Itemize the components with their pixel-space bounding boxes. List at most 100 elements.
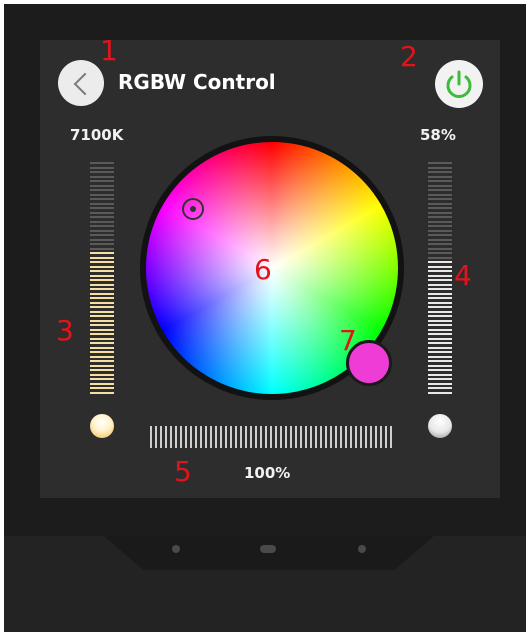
slider-tick [90,216,114,218]
slider-tick [428,391,452,394]
slider-tick [90,373,114,376]
slider-tick [195,426,197,448]
slider-tick [90,180,114,182]
slider-tick [230,426,232,448]
annotation-3: 3 [56,314,74,347]
slider-tick [265,426,267,448]
slider-tick [428,193,452,196]
slider-tick [428,364,452,367]
slider-tick [90,234,114,236]
annotation-7: 7 [339,324,357,357]
slider-tick [428,355,452,358]
slider-tick [428,297,452,299]
slider-tick [240,426,242,448]
slider-tick [428,256,452,259]
slider-tick [428,360,452,362]
slider-tick [90,193,114,196]
slider-tick [90,279,114,281]
temperature-slider-handle[interactable] [90,414,114,438]
slider-tick [165,426,167,448]
slider-tick [90,202,114,205]
slider-tick [365,426,367,448]
slider-tick [180,426,182,448]
slider-tick [428,333,452,335]
slider-tick [428,346,452,349]
slider-tick [428,315,452,317]
slider-tick [380,426,382,448]
slider-tick [90,274,114,277]
slider-tick [90,288,114,290]
slider-tick [170,426,172,448]
slider-tick [428,301,452,304]
slider-tick [90,310,114,313]
slider-tick [428,337,452,340]
slider-tick [90,337,114,340]
slider-tick [90,166,114,169]
slider-tick [428,274,452,277]
color-picker-marker[interactable] [182,198,204,220]
slider-tick [90,391,114,394]
slider-tick [90,333,114,335]
slider-tick [90,360,114,362]
slider-tick [90,283,114,286]
slider-tick [428,306,452,308]
slider-tick [428,234,452,236]
slider-tick [90,220,114,223]
slider-tick [90,297,114,299]
slider-tick [428,225,452,227]
brightness-slider-handle[interactable] [428,414,452,438]
slider-tick [428,378,452,380]
slider-tick [235,426,237,448]
center-sensor-pill [260,545,276,553]
slider-tick [428,202,452,205]
slider-tick [90,328,114,331]
slider-tick [428,216,452,218]
slider-tick [305,426,307,448]
slider-tick [385,426,387,448]
slider-tick [90,364,114,367]
slider-tick [90,342,114,344]
slider-tick [428,342,452,344]
page-title: RGBW Control [118,70,276,94]
slider-tick [310,426,312,448]
temperature-slider[interactable] [90,162,114,396]
slider-tick [375,426,377,448]
slider-tick [350,426,352,448]
brightness-slider[interactable] [428,162,452,396]
saturation-slider[interactable] [150,426,392,448]
slider-tick [90,184,114,187]
slider-tick [320,426,322,448]
slider-tick [90,225,114,227]
slider-tick [335,426,337,448]
slider-tick [155,426,157,448]
slider-tick [90,346,114,349]
slider-tick [428,220,452,223]
slider-tick [90,211,114,214]
slider-tick [90,261,114,263]
slider-tick [428,387,452,389]
slider-tick [90,175,114,178]
slider-tick [260,426,262,448]
back-button[interactable] [58,60,104,106]
slider-tick [428,162,452,164]
power-icon [446,70,472,98]
slider-tick [175,426,177,448]
slider-tick [90,369,114,371]
slider-tick [90,247,114,250]
slider-tick [160,426,162,448]
annotation-4: 4 [454,259,472,292]
right-sensor-dot [358,545,366,553]
slider-tick [150,426,152,448]
slider-tick [428,207,452,209]
chevron-left-icon [73,72,97,96]
power-button[interactable] [435,60,483,108]
slider-tick [390,426,392,448]
slider-tick [315,426,317,448]
slider-tick [255,426,257,448]
slider-tick [360,426,362,448]
slider-tick [90,198,114,200]
slider-tick [340,426,342,448]
slider-tick [285,426,287,448]
slider-tick [428,211,452,214]
slider-tick [270,426,272,448]
